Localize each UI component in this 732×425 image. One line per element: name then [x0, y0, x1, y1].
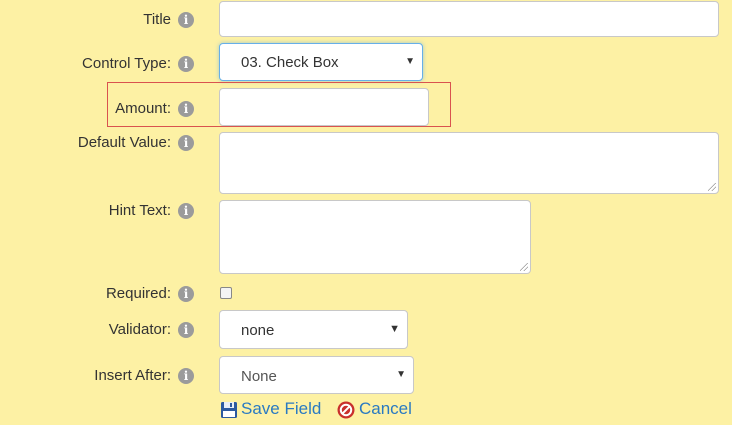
title-info-icon[interactable]: i — [178, 12, 194, 28]
default-value-textarea[interactable] — [219, 132, 719, 194]
default-value-label: Default Value: — [77, 134, 171, 151]
required-checkbox[interactable] — [220, 287, 232, 299]
validator-info-icon[interactable]: i — [178, 322, 194, 338]
control-type-info-icon[interactable]: i — [178, 56, 194, 72]
amount-info-icon[interactable]: i — [178, 101, 194, 117]
save-field-link[interactable]: Save Field — [241, 399, 321, 419]
amount-input[interactable] — [219, 88, 429, 126]
title-label: Title — [143, 11, 171, 28]
validator-label: Validator: — [108, 321, 171, 338]
resize-handle-icon[interactable] — [520, 263, 528, 271]
control-type-value: 03. Check Box — [241, 54, 339, 71]
default-value-info-icon[interactable]: i — [178, 135, 194, 151]
chevron-down-icon: ▼ — [396, 369, 406, 380]
validator-value: none — [241, 322, 275, 339]
hint-text-textarea[interactable] — [219, 200, 531, 274]
cancel-icon[interactable] — [337, 401, 355, 419]
floppy-disk-icon[interactable] — [220, 401, 238, 419]
control-type-label: Control Type: — [82, 55, 171, 72]
cancel-link[interactable]: Cancel — [359, 399, 412, 419]
insert-after-info-icon[interactable]: i — [178, 368, 194, 384]
resize-handle-icon[interactable] — [708, 183, 716, 191]
required-label: Required: — [105, 285, 171, 302]
chevron-down-icon: ▼ — [405, 56, 415, 67]
validator-select[interactable]: none ▼ — [219, 310, 408, 349]
title-input[interactable] — [219, 1, 719, 37]
insert-after-value: None — [241, 368, 277, 385]
insert-after-label: Insert After: — [94, 367, 171, 384]
insert-after-select[interactable]: None ▼ — [219, 356, 414, 394]
hint-text-label: Hint Text: — [108, 202, 171, 219]
hint-text-info-icon[interactable]: i — [178, 203, 194, 219]
amount-label: Amount: — [115, 100, 171, 117]
chevron-down-icon: ▼ — [389, 323, 400, 335]
control-type-select[interactable]: 03. Check Box ▼ — [219, 43, 423, 81]
required-info-icon[interactable]: i — [178, 286, 194, 302]
